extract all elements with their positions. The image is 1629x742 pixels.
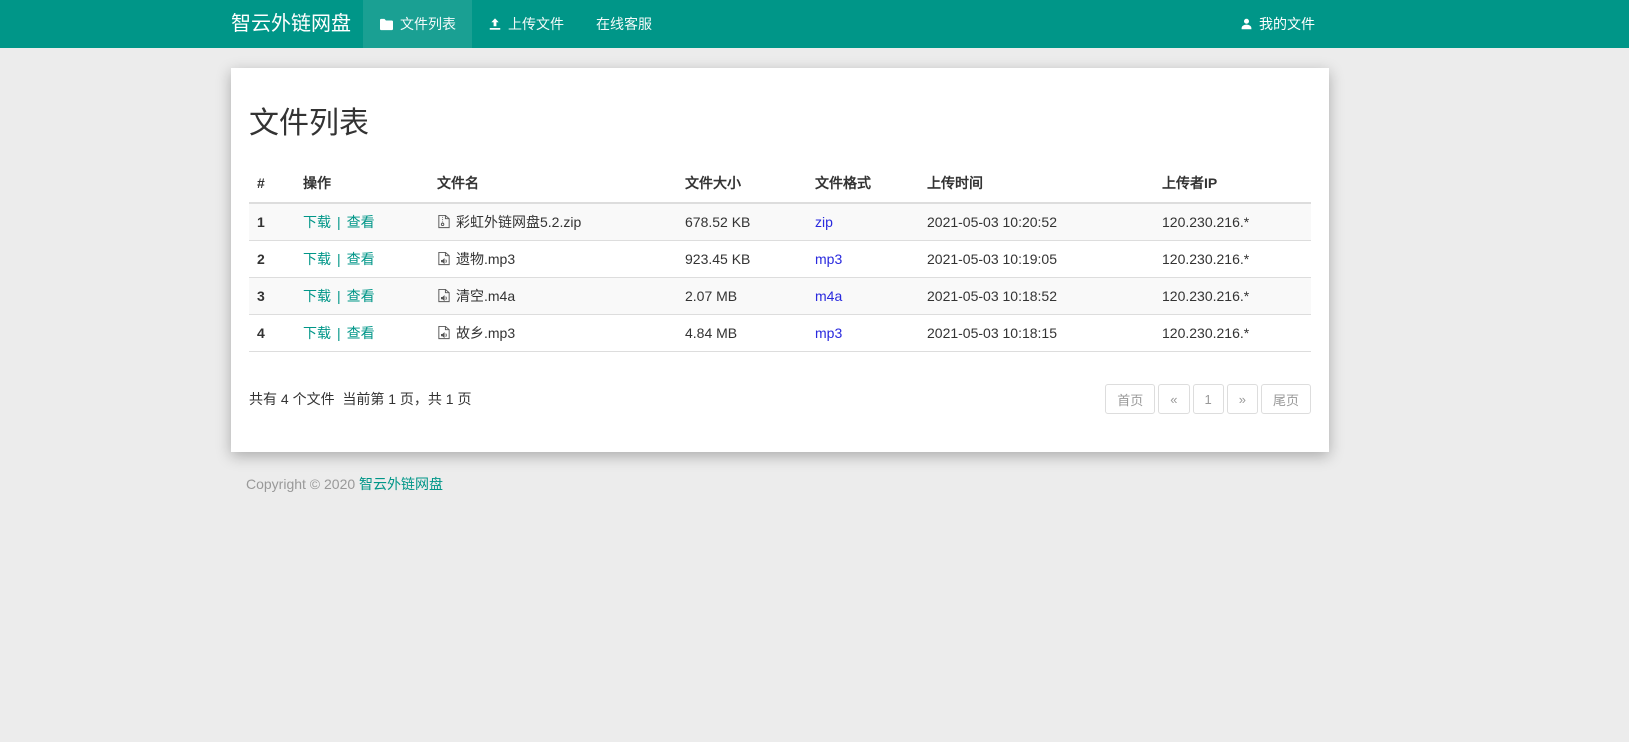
view-link[interactable]: 查看 <box>347 325 375 341</box>
nav-item-3[interactable]: 在线客服 <box>580 0 668 48</box>
row-actions: 下载 | 查看 <box>295 203 429 241</box>
row-uploader-ip: 120.230.216.* <box>1154 315 1311 352</box>
view-link[interactable]: 查看 <box>347 251 375 267</box>
download-link[interactable]: 下载 <box>303 214 331 230</box>
action-separator: | <box>337 251 341 267</box>
filename-text: 彩虹外链网盘5.2.zip <box>456 214 581 230</box>
view-link[interactable]: 查看 <box>347 288 375 304</box>
file-table: #操作文件名文件大小文件格式上传时间上传者IP 1 下载 | 查看 彩虹外链网盘5.2.… <box>249 164 1311 352</box>
pagination-page-1[interactable]: 1 <box>1193 384 1224 414</box>
page-title: 文件列表 <box>249 98 1311 142</box>
file-audio-icon <box>437 325 451 340</box>
row-filename: 遗物.mp3 <box>429 241 677 278</box>
row-filename: 清空.m4a <box>429 278 677 315</box>
table-row: 3 下载 | 查看 清空.m4a 2.07 MB m4a 2021-05-03 10:18:5… <box>249 278 1311 315</box>
copyright-text: Copyright © 2020 <box>246 476 359 492</box>
row-uploader-ip: 120.230.216.* <box>1154 203 1311 241</box>
footer: Copyright © 2020 智云外链网盘 <box>231 474 1329 494</box>
navbar: 智云外链网盘 文件列表 上传文件 在线客服 我的文件 <box>0 0 1629 48</box>
row-filename: 故乡.mp3 <box>429 315 677 352</box>
row-index: 1 <box>249 203 295 241</box>
file-audio-icon <box>437 251 451 266</box>
file-count-summary: 共有 4 个文件 当前第 1 页，共 1 页 <box>249 389 471 409</box>
row-uploader-ip: 120.230.216.* <box>1154 278 1311 315</box>
nav-right-label: 我的文件 <box>1259 14 1315 34</box>
row-upload-time: 2021-05-03 10:19:05 <box>919 241 1154 278</box>
brand[interactable]: 智云外链网盘 <box>231 0 351 48</box>
column-header-1: # <box>249 164 295 203</box>
download-link[interactable]: 下载 <box>303 251 331 267</box>
column-header-2: 操作 <box>295 164 429 203</box>
nav-item-label: 文件列表 <box>400 14 456 34</box>
nav-menu: 文件列表 上传文件 在线客服 <box>363 0 1226 48</box>
row-upload-time: 2021-05-03 10:20:52 <box>919 203 1154 241</box>
row-index: 4 <box>249 315 295 352</box>
download-link[interactable]: 下载 <box>303 325 331 341</box>
file-archive-icon <box>437 214 451 229</box>
row-upload-time: 2021-05-03 10:18:15 <box>919 315 1154 352</box>
format-link[interactable]: mp3 <box>815 325 842 341</box>
footer-brand-link[interactable]: 智云外链网盘 <box>359 476 443 492</box>
format-link[interactable]: m4a <box>815 288 842 304</box>
format-link[interactable]: zip <box>815 214 833 230</box>
view-link[interactable]: 查看 <box>347 214 375 230</box>
row-actions: 下载 | 查看 <box>295 241 429 278</box>
row-actions: 下载 | 查看 <box>295 315 429 352</box>
pagination-last-page[interactable]: 尾页 <box>1261 384 1311 414</box>
column-header-6: 上传时间 <box>919 164 1154 203</box>
file-audio-icon <box>437 288 451 303</box>
nav-item-1[interactable]: 文件列表 <box>363 0 472 48</box>
upload-icon <box>488 17 502 31</box>
row-format: zip <box>807 203 919 241</box>
row-actions: 下载 | 查看 <box>295 278 429 315</box>
row-filename: 彩虹外链网盘5.2.zip <box>429 203 677 241</box>
table-row: 2 下载 | 查看 遗物.mp3 923.45 KB mp3 2021-05-03 10:19… <box>249 241 1311 278</box>
pagination: 首页«1»尾页 <box>1105 384 1311 414</box>
row-index: 3 <box>249 278 295 315</box>
format-link[interactable]: mp3 <box>815 251 842 267</box>
table-row: 1 下载 | 查看 彩虹外链网盘5.2.zip 678.52 KB zip 2021-05-0… <box>249 203 1311 241</box>
nav-item-my-files[interactable]: 我的文件 <box>1226 0 1329 48</box>
row-filesize: 4.84 MB <box>677 315 807 352</box>
pagination-next-page[interactable]: » <box>1227 384 1258 414</box>
action-separator: | <box>337 288 341 304</box>
row-index: 2 <box>249 241 295 278</box>
file-table-body: 1 下载 | 查看 彩虹外链网盘5.2.zip 678.52 KB zip 2021-05-0… <box>249 203 1311 352</box>
nav-item-label: 在线客服 <box>596 14 652 34</box>
filename-text: 清空.m4a <box>456 288 515 304</box>
nav-item-label: 上传文件 <box>508 14 564 34</box>
row-filesize: 923.45 KB <box>677 241 807 278</box>
pagination-prev-page[interactable]: « <box>1158 384 1189 414</box>
column-header-5: 文件格式 <box>807 164 919 203</box>
nav-item-2[interactable]: 上传文件 <box>472 0 580 48</box>
download-link[interactable]: 下载 <box>303 288 331 304</box>
row-format: mp3 <box>807 241 919 278</box>
action-separator: | <box>337 214 341 230</box>
filename-text: 遗物.mp3 <box>456 251 515 267</box>
row-format: m4a <box>807 278 919 315</box>
row-format: mp3 <box>807 315 919 352</box>
row-upload-time: 2021-05-03 10:18:52 <box>919 278 1154 315</box>
row-filesize: 2.07 MB <box>677 278 807 315</box>
row-uploader-ip: 120.230.216.* <box>1154 241 1311 278</box>
row-filesize: 678.52 KB <box>677 203 807 241</box>
filename-text: 故乡.mp3 <box>456 325 515 341</box>
folder-icon <box>379 18 394 31</box>
user-icon <box>1240 17 1253 31</box>
pagination-first-page[interactable]: 首页 <box>1105 384 1155 414</box>
column-header-4: 文件大小 <box>677 164 807 203</box>
action-separator: | <box>337 325 341 341</box>
file-list-card: 文件列表 #操作文件名文件大小文件格式上传时间上传者IP 1 下载 | 查看 彩虹外链网… <box>231 68 1329 452</box>
column-header-7: 上传者IP <box>1154 164 1311 203</box>
table-row: 4 下载 | 查看 故乡.mp3 4.84 MB mp3 2021-05-03 10:18:1… <box>249 315 1311 352</box>
table-header-row: #操作文件名文件大小文件格式上传时间上传者IP <box>249 164 1311 203</box>
column-header-3: 文件名 <box>429 164 677 203</box>
